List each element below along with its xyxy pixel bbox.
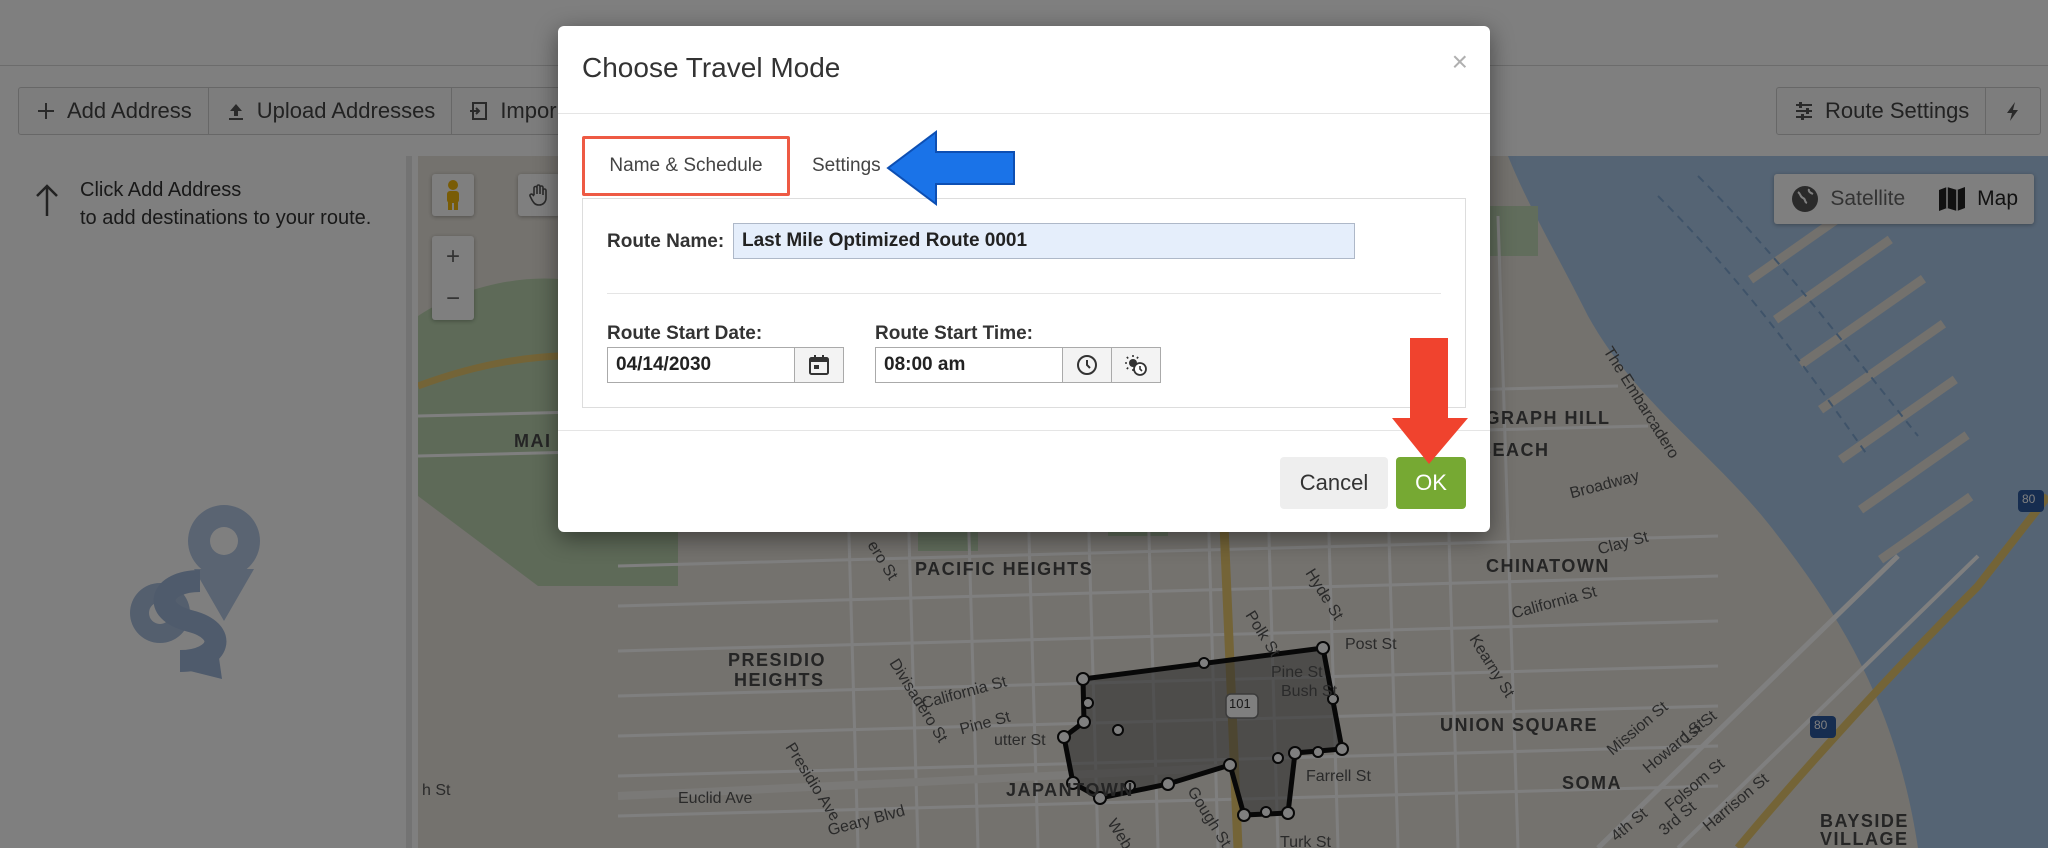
close-icon[interactable]: × [1452,46,1468,78]
dialog-title: Choose Travel Mode [582,52,841,83]
route-name-input[interactable] [733,223,1355,259]
dialog-footer: Cancel OK [558,430,1490,532]
sun-clock-icon [1125,355,1147,376]
cancel-button[interactable]: Cancel [1280,457,1388,509]
tab-panel-name-schedule: Route Name: Route Start Date: Route Star… [582,198,1466,408]
dialog-header: Choose Travel Mode × [558,26,1490,114]
divider [607,293,1441,294]
start-time-input[interactable] [875,347,1063,383]
start-time-label: Route Start Time: [875,323,1034,344]
timezone-button[interactable] [1111,347,1161,383]
travel-mode-dialog: Choose Travel Mode × Name & Schedule Set… [558,26,1490,532]
clock-icon [1077,355,1097,375]
route-name-label: Route Name: [607,231,725,252]
clock-button[interactable] [1062,347,1112,383]
blue-arrow-annotation [886,130,1015,206]
start-date-input[interactable] [607,347,795,383]
calendar-icon [809,355,829,375]
tab-settings[interactable]: Settings [812,136,881,196]
dialog-tabs: Name & Schedule Settings [582,136,1466,196]
start-date-label: Route Start Date: [607,323,763,344]
calendar-button[interactable] [794,347,844,383]
tab-name-schedule[interactable]: Name & Schedule [582,136,790,196]
red-arrow-annotation [1392,338,1468,464]
